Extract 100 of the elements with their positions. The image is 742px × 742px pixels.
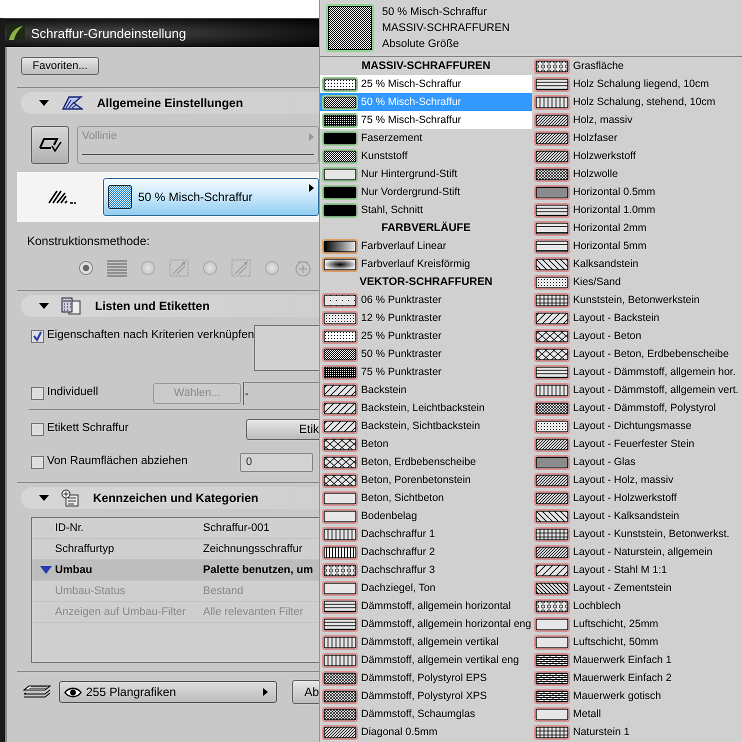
menu-item[interactable]: Dämmstoff, Polystyrol EPS bbox=[320, 669, 532, 687]
subtract-field[interactable]: 0 bbox=[240, 452, 313, 472]
menu-item[interactable]: Layout - Beton bbox=[532, 327, 742, 345]
menu-item[interactable]: Layout - Dichtungsmasse bbox=[532, 417, 742, 435]
menu-item[interactable]: Nur Vordergrund-Stift bbox=[320, 183, 532, 201]
menu-item[interactable]: Naturstein 1 bbox=[532, 723, 742, 741]
menu-item[interactable]: 12 % Punktraster bbox=[320, 309, 532, 327]
menu-item[interactable]: 50 % Punktraster bbox=[320, 345, 532, 363]
disclosure-triangle-icon[interactable] bbox=[39, 302, 49, 310]
menu-item[interactable]: Backstein, Leichtbackstein bbox=[320, 399, 532, 417]
section-header[interactable]: Allgemeine Einstellungen bbox=[21, 92, 319, 114]
menu-item[interactable]: Horizontal 5mm bbox=[532, 237, 742, 255]
menu-item[interactable]: Horizontal 1.0mm bbox=[532, 201, 742, 219]
menu-item[interactable]: Dämmstoff, allgemein horizontal bbox=[320, 597, 532, 615]
menu-item[interactable]: Layout - Dämmstoff, Polystyrol bbox=[532, 399, 742, 417]
menu-item[interactable]: Faserzement bbox=[320, 129, 532, 147]
menu-item[interactable]: Dämmstoff, Polystyrol XPS bbox=[320, 687, 532, 705]
menu-item[interactable]: Holz, massiv bbox=[532, 111, 742, 129]
section-header[interactable]: Kennzeichen und Kategorien bbox=[21, 487, 319, 509]
menu-item[interactable]: Layout - Kalksandstein bbox=[532, 507, 742, 525]
menu-item[interactable]: Horizontal 0.5mm bbox=[532, 183, 742, 201]
menu-item[interactable]: Mauerwerk Einfach 2 bbox=[532, 669, 742, 687]
menu-item[interactable]: Dämmstoff, Schaumglas bbox=[320, 705, 532, 723]
radio-button[interactable] bbox=[79, 261, 93, 275]
menu-item[interactable]: Metall bbox=[532, 705, 742, 723]
checkbox[interactable] bbox=[31, 423, 44, 436]
checkbox-label[interactable]: Etikett Schraffur bbox=[47, 422, 129, 434]
menu-item[interactable]: Layout - Backstein bbox=[532, 309, 742, 327]
menu-item[interactable]: Holz Schalung liegend, 10cm bbox=[532, 75, 742, 93]
menu-item[interactable]: Backstein bbox=[320, 381, 532, 399]
menu-item[interactable]: Dachschraffur 1 bbox=[320, 525, 532, 543]
menu-item[interactable]: Dämmstoff, allgemein vertikal eng bbox=[320, 651, 532, 669]
menu-item[interactable]: Mauerwerk Einfach 1 bbox=[532, 651, 742, 669]
section-header[interactable]: Listen und Etiketten bbox=[21, 295, 319, 317]
label-button[interactable]: Etik bbox=[246, 418, 319, 440]
menu-item[interactable]: Layout - Holzwerkstoff bbox=[532, 489, 742, 507]
menu-item[interactable]: Dachschraffur 3 bbox=[320, 561, 532, 579]
menu-item[interactable]: Layout - Dämmstoff, allgemein hor. bbox=[532, 363, 742, 381]
menu-item[interactable]: Mauerwerk gotisch bbox=[532, 687, 742, 705]
checkbox-label[interactable]: Individuell bbox=[47, 386, 98, 398]
menu-item[interactable]: Layout - Beton, Erdbebenscheibe bbox=[532, 345, 742, 363]
menu-item[interactable]: Beton, Erdbebenscheibe bbox=[320, 453, 532, 471]
fill-type-dropdown[interactable]: 50 % Misch-Schraffur bbox=[103, 178, 319, 216]
menu-item[interactable]: Backstein, Sichtbackstein bbox=[320, 417, 532, 435]
menu-item[interactable]: Beton, Sichtbeton bbox=[320, 489, 532, 507]
menu-item[interactable]: Horizontal 2mm bbox=[532, 219, 742, 237]
menu-item[interactable]: Layout - Kunststein, Betonwerkst. bbox=[532, 525, 742, 543]
menu-item[interactable]: Holz Schalung, stehend, 10cm bbox=[532, 93, 742, 111]
menu-item[interactable]: Beton, Porenbetonstein bbox=[320, 471, 532, 489]
checkbox[interactable] bbox=[31, 387, 44, 400]
menu-item[interactable]: Holzwolle bbox=[532, 165, 742, 183]
menu-item[interactable]: Bodenbelag bbox=[320, 507, 532, 525]
menu-item[interactable]: Luftschicht, 50mm bbox=[532, 633, 742, 651]
menu-item[interactable]: Layout - Naturstein, allgemein bbox=[532, 543, 742, 561]
menu-item[interactable]: Layout - Glas bbox=[532, 453, 742, 471]
pen-tool-button[interactable] bbox=[31, 126, 69, 164]
menu-item[interactable]: Luftschicht, 25mm bbox=[532, 615, 742, 633]
menu-item[interactable]: Grasfläche bbox=[532, 57, 742, 75]
menu-item[interactable]: Holzfaser bbox=[532, 129, 742, 147]
radio-button[interactable] bbox=[141, 261, 155, 275]
cancel-button[interactable]: Ab bbox=[292, 680, 319, 704]
checkbox[interactable] bbox=[31, 330, 44, 343]
menu-item[interactable]: Lochblech bbox=[532, 597, 742, 615]
menu-item[interactable]: 25 % Punktraster bbox=[320, 327, 532, 345]
menu-item[interactable]: Dachziegel, Ton bbox=[320, 579, 532, 597]
checkbox[interactable] bbox=[31, 456, 44, 469]
checkbox-label[interactable]: Eigenschaften nach Kriterien verknüpfen bbox=[47, 329, 254, 341]
property-name: ID-Nr. bbox=[55, 522, 84, 534]
menu-item[interactable]: 75 % Punktraster bbox=[320, 363, 532, 381]
menu-item[interactable]: Dämmstoff, allgemein horizontal eng bbox=[320, 615, 532, 633]
menu-item[interactable]: Farbverlauf Linear bbox=[320, 237, 532, 255]
disclosure-triangle-icon[interactable] bbox=[39, 494, 49, 502]
menu-item[interactable]: Kies/Sand bbox=[532, 273, 742, 291]
menu-item[interactable]: Farbverlauf Kreisförmig bbox=[320, 255, 532, 273]
radio-button[interactable] bbox=[265, 261, 279, 275]
menu-item[interactable]: Layout - Holz, massiv bbox=[532, 471, 742, 489]
menu-item[interactable]: Layout - Dämmstoff, allgemein vert. bbox=[532, 381, 742, 399]
menu-item[interactable]: Kunststein, Betonwerkstein bbox=[532, 291, 742, 309]
menu-item[interactable]: Layout - Stahl M 1:1 bbox=[532, 561, 742, 579]
section-title: Allgemeine Einstellungen bbox=[97, 96, 244, 110]
menu-item[interactable]: Nur Hintergrund-Stift bbox=[320, 165, 532, 183]
radio-button[interactable] bbox=[203, 261, 217, 275]
menu-item[interactable]: Stahl, Schnitt bbox=[320, 201, 532, 219]
menu-item[interactable]: Holzwerkstoff bbox=[532, 147, 742, 165]
checkbox-label[interactable]: Von Raumflächen abziehen bbox=[47, 455, 188, 467]
menu-item[interactable]: Beton bbox=[320, 435, 532, 453]
menu-item[interactable]: Layout - Feuerfester Stein bbox=[532, 435, 742, 453]
favorites-button[interactable]: Favoriten... bbox=[21, 57, 99, 75]
menu-item[interactable]: Dachschraffur 2 bbox=[320, 543, 532, 561]
menu-item[interactable]: Layout - Zementstein bbox=[532, 579, 742, 597]
expand-triangle-icon[interactable] bbox=[40, 566, 52, 574]
menu-item[interactable]: Kunststoff bbox=[320, 147, 532, 165]
disclosure-triangle-icon[interactable] bbox=[39, 99, 49, 107]
menu-item[interactable]: 25 % Misch-Schraffur bbox=[320, 75, 532, 93]
menu-item[interactable]: Dämmstoff, allgemein vertikal bbox=[320, 633, 532, 651]
menu-item[interactable]: Kalksandstein bbox=[532, 255, 742, 273]
menu-item[interactable]: 06 % Punktraster bbox=[320, 291, 532, 309]
menu-item[interactable]: 75 % Misch-Schraffur bbox=[320, 111, 532, 129]
menu-item[interactable]: Diagonal 0.5mm bbox=[320, 723, 532, 741]
layer-dropdown[interactable]: 255 Plangrafiken bbox=[59, 681, 277, 703]
